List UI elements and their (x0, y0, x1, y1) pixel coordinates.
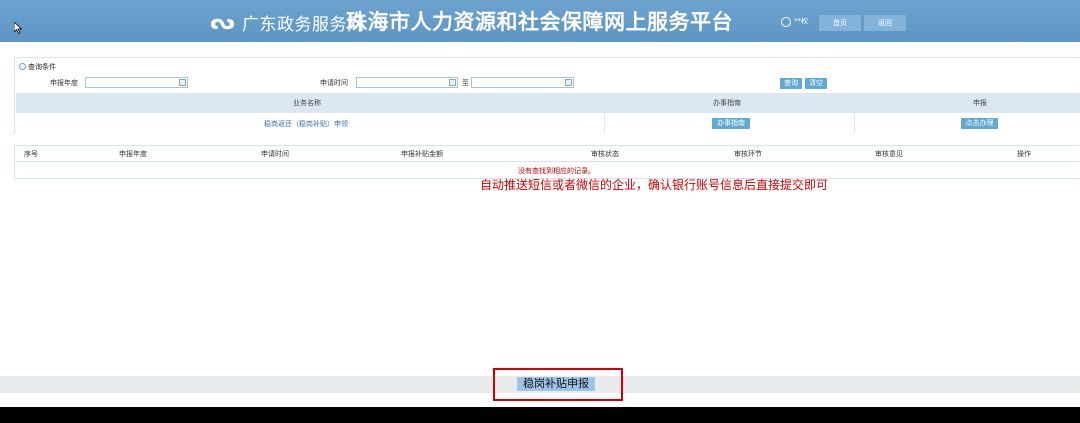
screen: ᔓ 广东政务服务网 珠海市人力资源和社会保障网上服务平台 **权 首页 返回 查… (0, 0, 1080, 407)
user-name[interactable]: **权 (794, 16, 808, 26)
result-table: 序号 申报年度 申请时间 申报补贴金额 审核状态 审核环节 审核意见 操作 没有… (14, 145, 1080, 179)
query-title: 查询条件 (28, 63, 56, 71)
col-status: 审核状态 (591, 150, 619, 158)
highlight-box (493, 368, 623, 401)
annotation-text: 自动推送短信或者微信的企业，确认银行账号信息后直接提交即可 (480, 178, 829, 192)
site-title: 珠海市人力资源和社会保障网上服务平台 (346, 10, 733, 34)
to-label: 至 (462, 79, 469, 87)
header-apply: 申报 (973, 99, 987, 107)
apply-button[interactable]: 点击办理 (961, 118, 998, 129)
year-input[interactable] (85, 77, 188, 88)
header-bar: ᔓ 广东政务服务网 珠海市人力资源和社会保障网上服务平台 **权 首页 返回 (0, 0, 1080, 42)
query-panel: 查询条件 申报年度 申请时间 至 查询 清空 业务名称 办事指南 申报 稳岗返还… (14, 57, 1080, 133)
column-divider (604, 113, 605, 133)
guide-button[interactable]: 办事指南 (712, 118, 750, 129)
calendar-icon[interactable] (449, 79, 456, 86)
calendar-icon[interactable] (565, 79, 572, 86)
col-stage: 审核环节 (734, 150, 762, 158)
query-panel-title: 查询条件 (19, 62, 56, 72)
date-to-input[interactable] (471, 77, 574, 88)
service-row: 稳岗返还（稳岗补贴）申领 办事指南 点击办理 (16, 113, 1080, 133)
empty-message: 没有查找到相应的记录。 (518, 167, 595, 175)
date-label: 申请时间 (320, 79, 348, 87)
col-amount: 申报补贴金额 (401, 150, 443, 158)
service-name-link[interactable]: 稳岗返还（稳岗补贴）申领 (264, 119, 348, 129)
col-year: 申报年度 (119, 150, 147, 158)
year-label: 申报年度 (50, 79, 78, 87)
col-index: 序号 (24, 150, 38, 158)
header-service-name: 业务名称 (293, 99, 321, 107)
result-table-header: 序号 申报年度 申请时间 申报补贴金额 审核状态 审核环节 审核意见 操作 (15, 146, 1080, 162)
header-guide: 办事指南 (713, 99, 741, 107)
col-date: 申请时间 (261, 150, 289, 158)
date-from-input[interactable] (356, 77, 458, 88)
col-opinion: 审核意见 (875, 150, 903, 158)
back-button[interactable]: 返回 (864, 15, 906, 31)
search-icon (19, 63, 26, 70)
service-table-header: 业务名称 办事指南 申报 (16, 93, 1080, 113)
column-divider (854, 113, 855, 133)
col-action: 操作 (1017, 150, 1031, 158)
clear-button[interactable]: 清空 (805, 78, 827, 89)
user-icon (781, 17, 791, 27)
calendar-icon[interactable] (179, 79, 186, 86)
search-button[interactable]: 查询 (780, 78, 802, 89)
portal-logo-icon: ᔓ (210, 10, 235, 35)
home-button[interactable]: 首页 (819, 15, 861, 31)
mouse-cursor-icon (14, 22, 22, 34)
